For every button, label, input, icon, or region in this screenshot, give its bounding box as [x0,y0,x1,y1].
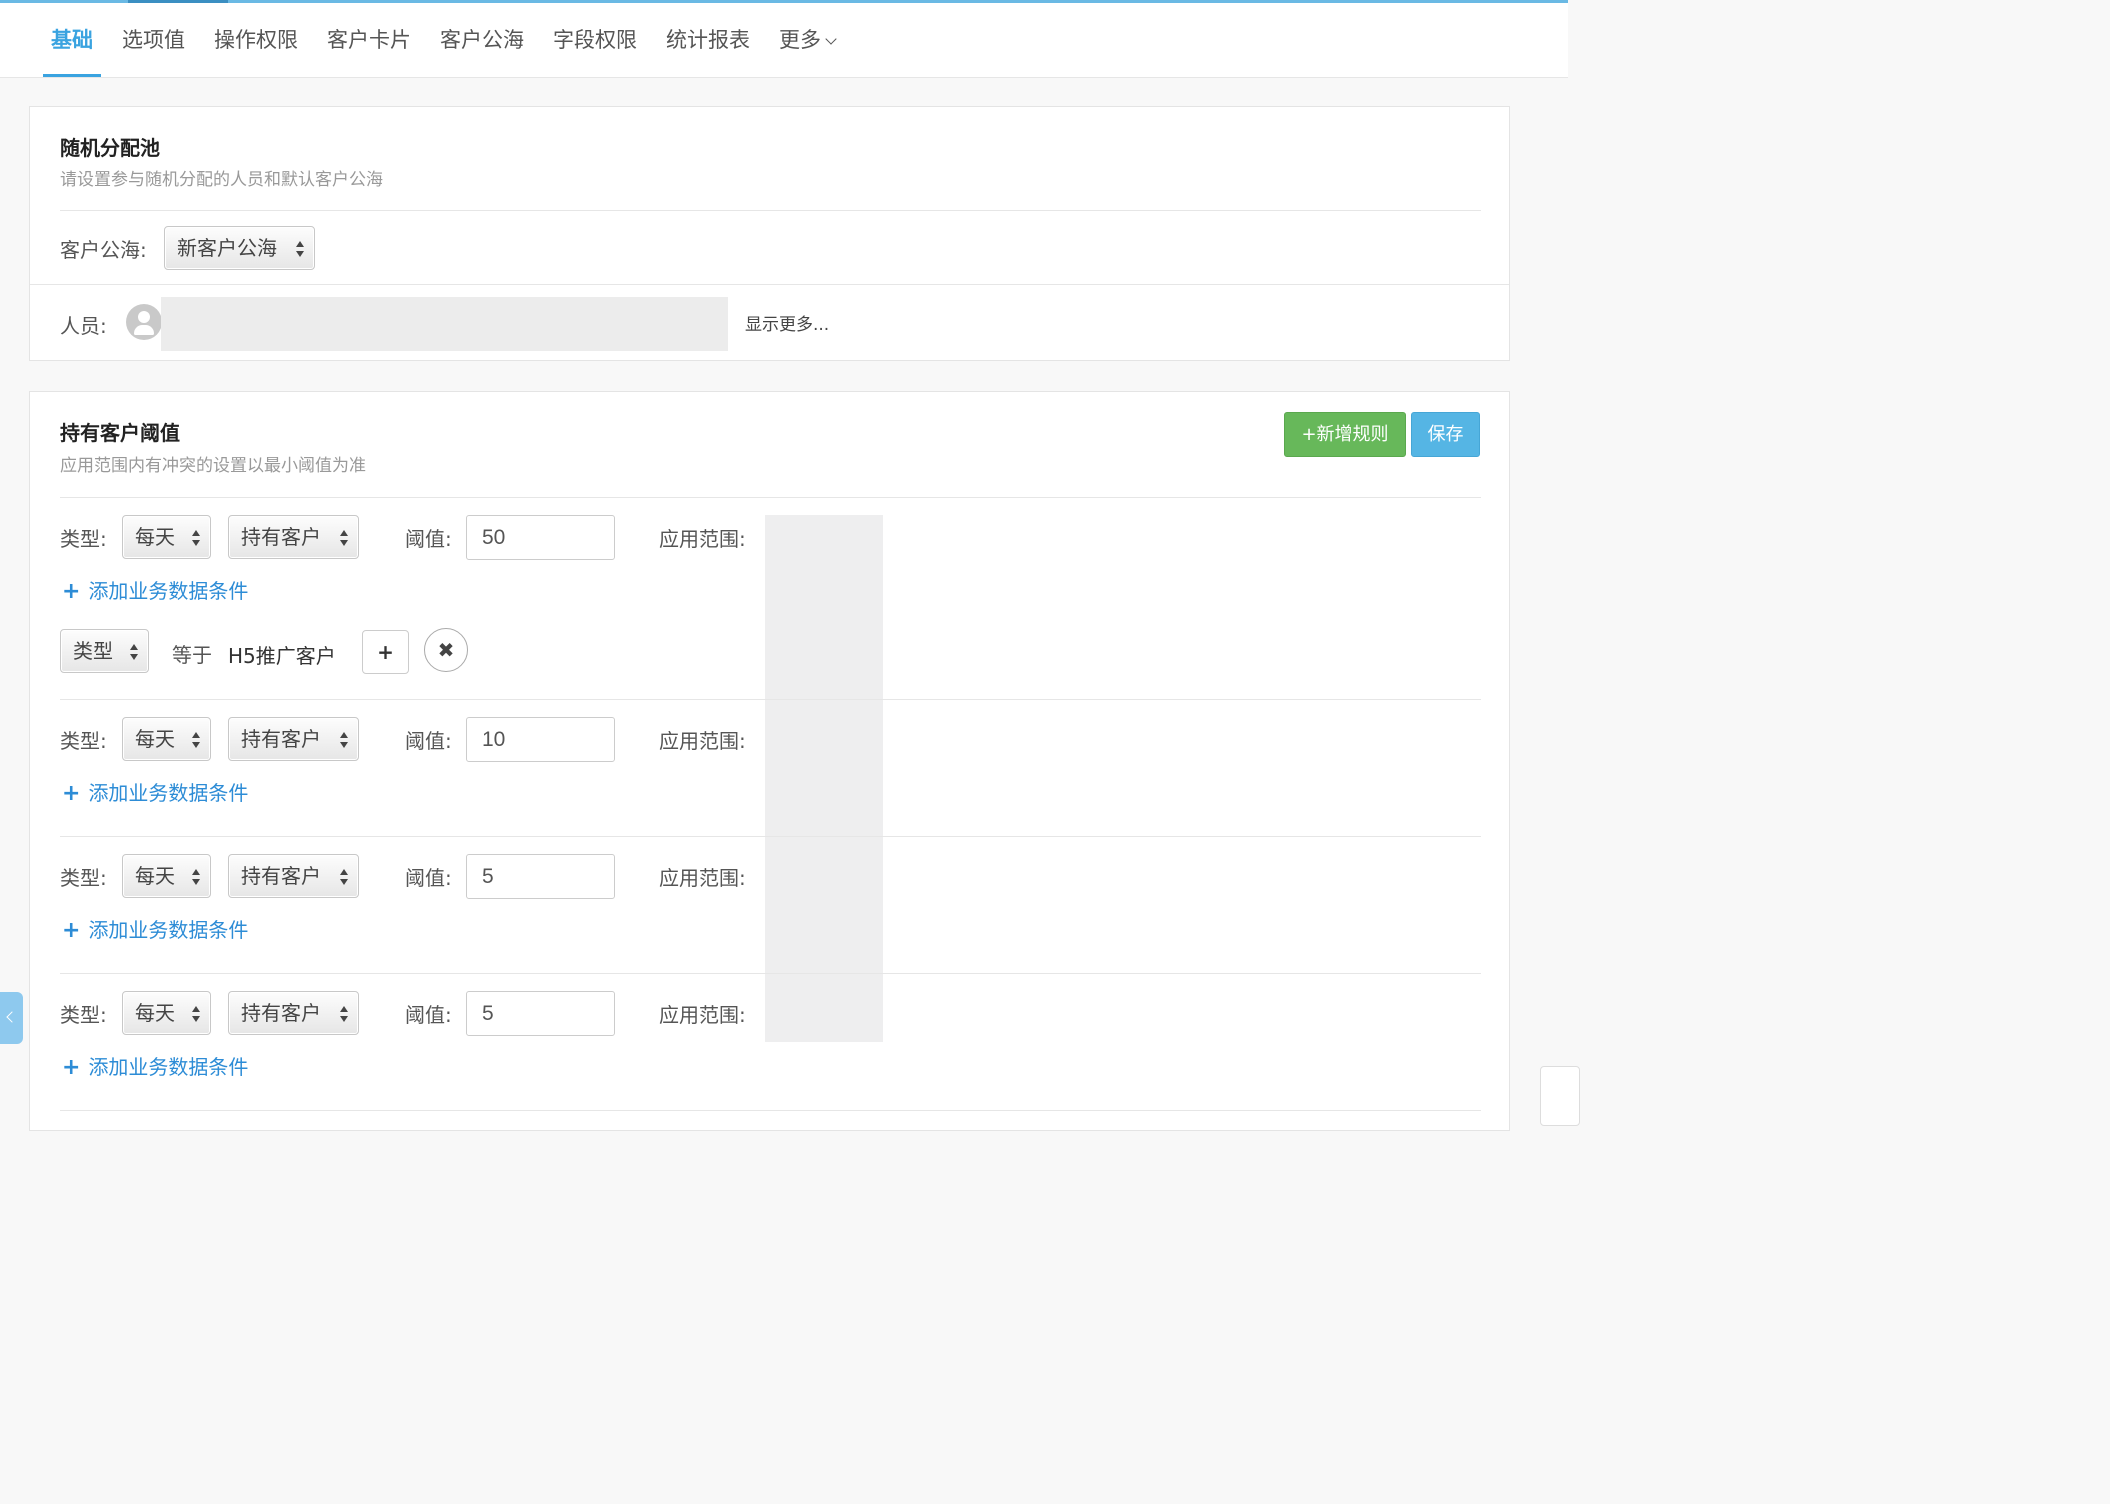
threshold-input[interactable] [466,717,615,762]
add-condition-link[interactable]: + 添加业务数据条件 [62,914,248,943]
show-more-link[interactable]: 显示更多... [745,310,829,335]
rule-kind-value: 持有客户 [241,864,321,888]
rule-period-select[interactable]: 每天 [122,717,211,761]
add-condition-link[interactable]: + 添加业务数据条件 [62,777,248,806]
people-list-placeholder [161,297,728,351]
divider [60,699,1481,700]
floating-widget[interactable] [1540,1066,1580,1126]
customer-pool-label: 客户公海: [60,238,147,262]
rule-kind-select[interactable]: 持有客户 [228,991,359,1035]
tab-customer-card[interactable]: 客户卡片 [327,3,411,77]
add-condition-value-button[interactable]: + [362,630,409,674]
rule-kind-value: 持有客户 [241,727,321,751]
scope-label: 应用范围: [659,729,746,753]
divider [60,836,1481,837]
rule-period-value: 每天 [135,525,175,549]
rule-period-value: 每天 [135,1001,175,1025]
scope-label: 应用范围: [659,866,746,890]
tab-customer-pool[interactable]: 客户公海 [440,3,524,77]
tab-field-permissions[interactable]: 字段权限 [553,3,637,77]
tab-more-label: 更多 [779,28,821,52]
tab-operation-permissions[interactable]: 操作权限 [214,3,298,77]
scope-label: 应用范围: [659,527,746,551]
select-arrows-icon [340,732,349,748]
rule-type-label: 类型: [60,1003,107,1027]
random-pool-subtitle: 请设置参与随机分配的人员和默认客户公海 [60,170,383,190]
chevron-down-icon [825,33,837,45]
select-arrows-icon [192,869,201,885]
rule-period-value: 每天 [135,864,175,888]
rule-kind-value: 持有客户 [241,1001,321,1025]
random-pool-title: 随机分配池 [60,136,160,160]
rule-period-select[interactable]: 每天 [122,991,211,1035]
add-rule-button[interactable]: +新增规则 [1284,412,1406,457]
rule-type-label: 类型: [60,866,107,890]
condition-field-select[interactable]: 类型 [60,629,149,673]
plus-icon: + [62,1055,81,1080]
add-condition-link[interactable]: + 添加业务数据条件 [62,1051,248,1080]
add-condition-label: 添加业务数据条件 [88,1055,249,1079]
remove-condition-button[interactable]: ✖ [424,628,468,672]
divider [60,497,1481,498]
select-arrows-icon [130,644,139,660]
tab-basic[interactable]: 基础 [43,3,101,77]
rule-type-label: 类型: [60,729,107,753]
threshold-label: 阈值: [405,527,452,551]
threshold-label: 阈值: [405,729,452,753]
threshold-panel: 持有客户阈值 应用范围内有冲突的设置以最小阈值为准 +新增规则 保存 类型: 每… [29,391,1510,1131]
rule-kind-select[interactable]: 持有客户 [228,717,359,761]
collapse-sidebar-button[interactable] [0,992,23,1044]
chevron-left-icon [6,1011,18,1023]
rule-period-select[interactable]: 每天 [122,854,211,898]
plus-icon: + [62,918,81,943]
condition-field-value: 类型 [73,639,113,663]
condition-value: H5推广客户 [228,644,336,668]
tab-more[interactable]: 更多 [779,3,837,77]
divider [60,973,1481,974]
rule-period-select[interactable]: 每天 [122,515,211,559]
scope-label: 应用范围: [659,1003,746,1027]
threshold-input[interactable] [466,991,615,1036]
close-icon: ✖ [437,638,455,662]
select-arrows-icon [192,1006,201,1022]
tab-bar: 基础 选项值 操作权限 客户卡片 客户公海 字段权限 统计报表 更多 [0,3,1568,78]
plus-icon: + [62,579,81,604]
rule-kind-value: 持有客户 [241,525,321,549]
threshold-subtitle: 应用范围内有冲突的设置以最小阈值为准 [60,456,366,476]
select-arrows-icon [192,530,201,546]
random-pool-panel: 随机分配池 请设置参与随机分配的人员和默认客户公海 客户公海: 新客户公海 人员… [29,106,1510,361]
divider [30,284,1509,285]
tab-options[interactable]: 选项值 [122,3,185,77]
threshold-label: 阈值: [405,1003,452,1027]
threshold-input[interactable] [466,854,615,899]
add-condition-label: 添加业务数据条件 [88,918,249,942]
select-arrows-icon [340,530,349,546]
rule-type-label: 类型: [60,527,107,551]
threshold-title: 持有客户阈值 [60,421,180,445]
tab-statistics[interactable]: 统计报表 [666,3,750,77]
add-condition-link[interactable]: + 添加业务数据条件 [62,575,248,604]
add-condition-label: 添加业务数据条件 [88,579,249,603]
add-condition-label: 添加业务数据条件 [88,781,249,805]
people-label: 人员: [60,314,107,338]
avatar-icon [126,304,162,340]
select-arrows-icon [340,1006,349,1022]
scope-placeholder [765,515,883,1042]
save-button[interactable]: 保存 [1411,412,1480,457]
divider [60,210,1481,211]
select-arrows-icon [296,241,305,257]
customer-pool-value: 新客户公海 [177,236,277,260]
threshold-label: 阈值: [405,866,452,890]
condition-operator: 等于 [172,643,212,667]
threshold-input[interactable] [466,515,615,560]
rule-period-value: 每天 [135,727,175,751]
select-arrows-icon [340,869,349,885]
plus-icon: + [62,781,81,806]
customer-pool-select[interactable]: 新客户公海 [164,226,315,270]
select-arrows-icon [192,732,201,748]
rule-kind-select[interactable]: 持有客户 [228,854,359,898]
plus-icon: + [377,640,394,664]
divider [60,1110,1481,1111]
rule-kind-select[interactable]: 持有客户 [228,515,359,559]
